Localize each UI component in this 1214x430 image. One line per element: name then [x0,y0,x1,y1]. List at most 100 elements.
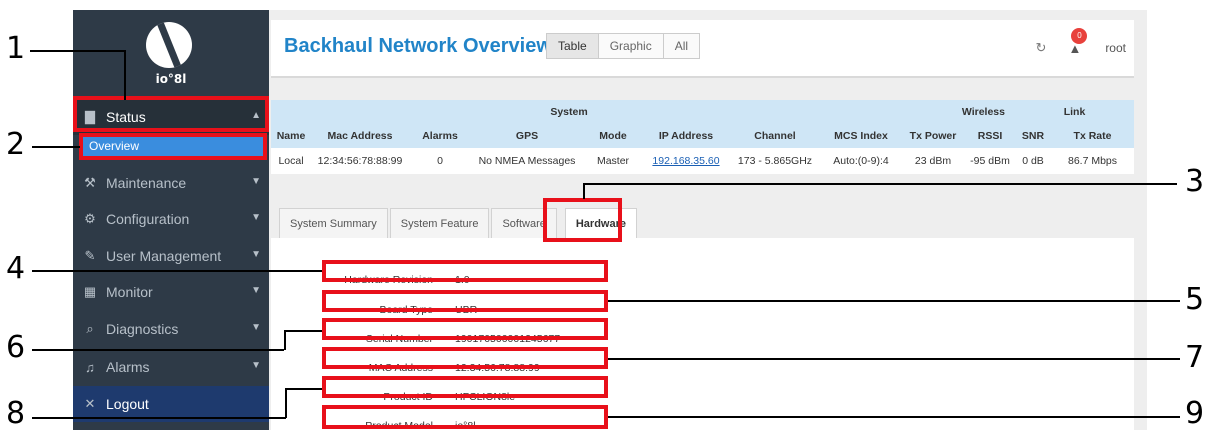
table-column-header: Alarms [409,124,471,148]
table-cell: 23 dBm [901,148,965,174]
callout-line-8 [32,417,286,419]
header-actions: ↻ ▲ 0 root [1036,27,1126,56]
highlight-product-id [322,376,608,398]
notifications-button[interactable]: ▲ 0 [1068,27,1088,56]
sidebar-item-label: Diagnostics [106,321,179,337]
page-header: Backhaul Network Overview Table Graphic … [271,20,1134,78]
table-column-header: IP Address [643,124,729,148]
chevron-down-icon: ▼ [251,212,261,223]
grid-icon: ▦ [83,284,97,299]
table-cell: 0 [409,148,471,174]
callout-line-8-short [285,388,322,390]
callout-line-3-vertical [583,183,585,199]
table-cell: Master [583,148,643,174]
callout-line-1 [30,50,125,52]
table-column-header: Tx Rate [1051,124,1134,148]
highlight-status [73,96,269,132]
highlight-overview [79,133,267,160]
callout-line-2 [32,146,80,148]
callout-line-5 [608,300,1180,302]
sidebar-item-configuration[interactable]: ⚙ Configuration ▼ [73,201,269,237]
callout-line-4 [32,270,322,272]
highlight-product-model [322,405,608,429]
table-column-header: Name [271,124,311,148]
callout-number-5: 5 [1185,282,1205,317]
tab-system-feature[interactable]: System Feature [389,208,490,238]
table-cell: No NMEA Messages [471,148,583,174]
network-table: System Wireless Link Name Mac Address Al… [271,100,1134,174]
refresh-icon[interactable]: ↻ [1036,40,1047,56]
logo-mark-icon [146,22,192,68]
table-column-header: GPS [471,124,583,148]
callout-line-3 [583,183,1177,185]
logo: io°8l [73,10,269,95]
bell-icon: ♫ [85,359,95,375]
chevron-down-icon: ▼ [251,360,261,371]
table-column-header: SNR [1015,124,1051,148]
callout-line-6-short [284,330,322,332]
callout-line-6-vertical [284,330,286,350]
logo-text: io°8l [155,72,187,86]
callout-line-6 [32,349,284,351]
sidebar-item-alarms[interactable]: ♫ Alarms ▼ [73,349,269,385]
table-column-header: Mode [583,124,643,148]
highlight-mac-address [322,347,608,369]
table-cell-ip: 192.168.35.60 [643,148,729,174]
table-cell: Local [271,148,311,174]
highlight-hardware-tab [543,198,622,242]
close-icon: ✕ [84,396,96,411]
sidebar-item-label: Alarms [106,359,150,375]
tab-all[interactable]: All [662,33,701,59]
table-column-header: Mac Address [311,124,409,148]
highlight-board-type [322,290,608,312]
chevron-down-icon: ▼ [251,322,261,333]
sidebar-item-label: Logout [106,396,149,412]
sidebar-item-monitor[interactable]: ▦ Monitor ▼ [73,274,269,310]
view-tabs: Table Graphic All [546,33,701,59]
chevron-down-icon: ▼ [251,249,261,260]
table-column-header: Channel [729,124,821,148]
callout-number-2: 2 [6,127,26,162]
table-cell: Auto:(0-9):4 [821,148,901,174]
wrench-icon: ⚒ [84,175,96,190]
table-group-header: Wireless [729,100,1015,124]
ip-address-link[interactable]: 192.168.35.60 [652,155,719,167]
callout-line-1-vertical [124,50,126,100]
table-group-header: System [409,100,729,124]
sidebar-item-label: Maintenance [106,175,187,191]
sidebar-item-label: Configuration [106,211,190,227]
callout-number-3: 3 [1185,164,1205,199]
table-column-header: Tx Power [901,124,965,148]
pencil-icon: ✎ [84,248,96,263]
callout-number-1: 1 [6,31,26,66]
tab-system-summary[interactable]: System Summary [279,208,388,238]
sidebar-item-user-management[interactable]: ✎ User Management ▼ [73,238,269,274]
highlight-hardware-revision [322,260,608,282]
search-icon: ⌕ [86,321,94,336]
table-cell: 0 dB [1015,148,1051,174]
callout-number-4: 4 [6,251,26,286]
table-column-header: MCS Index [821,124,901,148]
callout-number-9: 9 [1185,396,1205,430]
sidebar-item-label: User Management [106,248,222,264]
table-column-header: RSSI [965,124,1015,148]
user-menu[interactable]: root [1105,41,1126,55]
tab-table[interactable]: Table [546,33,599,59]
tab-graphic[interactable]: Graphic [597,33,664,59]
table-cell: 173 - 5.865GHz [729,148,821,174]
callout-line-9 [608,416,1180,418]
table-cell: -95 dBm [965,148,1015,174]
chevron-down-icon: ▼ [251,285,261,296]
callout-number-7: 7 [1185,340,1205,375]
highlight-serial-number [322,318,608,340]
callout-line-7 [608,358,1180,360]
table-group-header: Link [1015,100,1134,124]
callout-number-8: 8 [6,396,26,430]
callout-line-8-vertical [285,388,287,418]
gear-icon: ⚙ [84,211,96,226]
sidebar-item-diagnostics[interactable]: ⌕ Diagnostics ▼ [73,311,269,347]
table-cell: 86.7 Mbps [1051,148,1134,174]
sidebar: io°8l ▇ Status ▲ Overview ⚒ Maintenance … [73,10,269,430]
sidebar-item-maintenance[interactable]: ⚒ Maintenance ▼ [73,165,269,201]
chevron-down-icon: ▼ [251,176,261,187]
